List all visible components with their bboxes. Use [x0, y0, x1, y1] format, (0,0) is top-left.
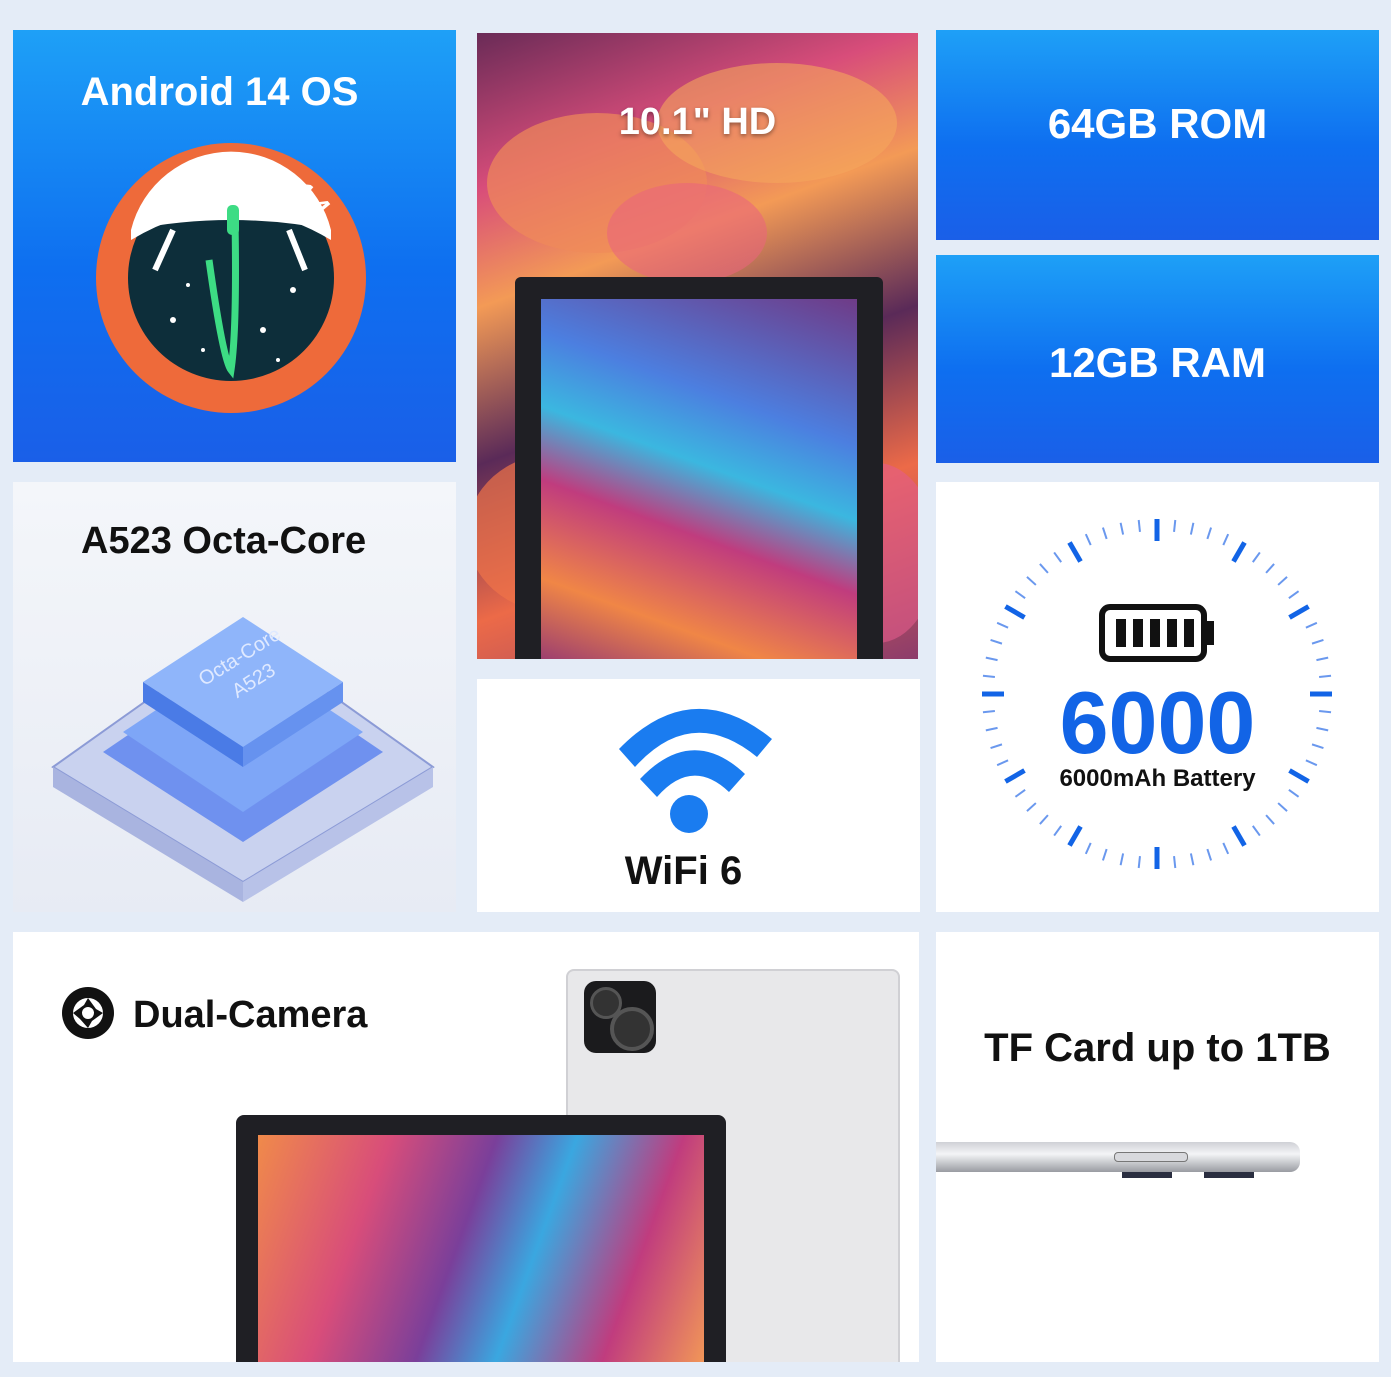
tablet-side-edge	[936, 1142, 1300, 1172]
camera-shutter-icon	[62, 987, 114, 1039]
battery-number: 6000	[1059, 673, 1256, 772]
dial-tick	[1004, 604, 1026, 620]
dial-tick	[1173, 856, 1177, 869]
dial-tick	[1251, 825, 1261, 837]
dial-tick	[1311, 638, 1324, 645]
rom-tile: 64GB ROM	[936, 30, 1379, 240]
cpu-tile: A523 Octa-Core Octa-Core A523	[13, 482, 456, 912]
dial-tick	[1316, 656, 1329, 662]
dial-tick	[1137, 519, 1141, 532]
dial-tick	[1265, 814, 1275, 825]
dial-tick	[1231, 825, 1247, 847]
dial-tick	[1026, 802, 1037, 812]
dial-tick	[1067, 825, 1083, 847]
dial-tick	[1231, 541, 1247, 563]
camera-module	[584, 981, 656, 1053]
dial-tick	[1222, 533, 1230, 546]
ram-title: 12GB RAM	[1048, 339, 1267, 386]
chip-icon: Octa-Core A523	[51, 617, 435, 902]
wifi-tile: WiFi 6	[477, 679, 920, 912]
tablet-front-screen	[258, 1135, 704, 1362]
dial-tick	[1206, 527, 1213, 540]
dial-tick	[1189, 853, 1195, 866]
dial-tick	[985, 656, 998, 662]
dial-tick	[1053, 825, 1063, 837]
camera-title: Dual-Camera	[133, 994, 368, 1036]
dial-tick	[1014, 590, 1026, 600]
dial-tick	[1039, 814, 1049, 825]
android-os-tile: Android 14 OS ANDROID 14	[13, 30, 456, 462]
tablet-front	[236, 1115, 726, 1362]
dial-tick	[1277, 802, 1288, 812]
dial-tick	[1206, 848, 1213, 861]
tf-card-title: TF Card up to 1TB	[984, 1026, 1331, 1070]
dial-tick	[1067, 541, 1083, 563]
wifi-title: WiFi 6	[624, 849, 743, 893]
dial-tick	[1039, 563, 1049, 574]
ram-tile: 12GB RAM	[936, 255, 1379, 463]
dial-tick	[1173, 519, 1177, 532]
dial-tick	[1084, 842, 1092, 855]
dial-tick	[996, 621, 1009, 629]
dial-tick	[1288, 590, 1300, 600]
battery-tile: 6000 6000mAh Battery	[936, 482, 1379, 912]
display-title: 10.1" HD	[618, 101, 777, 143]
dial-tick	[1222, 842, 1230, 855]
camera-tile: Dual-Camera	[13, 932, 919, 1362]
dial-tick	[1277, 576, 1288, 586]
dial-tick	[1251, 551, 1261, 563]
display-tile: 10.1" HD	[477, 33, 918, 659]
dial-tick	[1305, 621, 1318, 629]
dial-tick	[1265, 563, 1275, 574]
dial-tick	[1101, 527, 1108, 540]
dial-tick	[990, 638, 1003, 645]
tablet-front-frame	[515, 277, 883, 659]
dial-tick	[1189, 522, 1195, 535]
dial-tick	[1084, 533, 1092, 546]
tf-card-tile: TF Card up to 1TB	[936, 932, 1379, 1362]
tablet-screen	[541, 299, 857, 659]
dial-tick	[1119, 853, 1125, 866]
dial-tick	[1137, 856, 1141, 869]
product-feature-collage: { "os": { "title": "Android 14 OS", "bad…	[0, 0, 1391, 1377]
dial-tick	[1053, 551, 1063, 563]
dial-tick	[1101, 848, 1108, 861]
dial-tick	[1288, 604, 1310, 620]
rom-title: 64GB ROM	[1047, 100, 1268, 147]
android-14-badge-icon: ANDROID 14	[96, 143, 366, 413]
dial-tick	[1026, 576, 1037, 586]
dial-tick	[1119, 522, 1125, 535]
battery-caption: 6000mAh Battery	[1059, 765, 1256, 792]
